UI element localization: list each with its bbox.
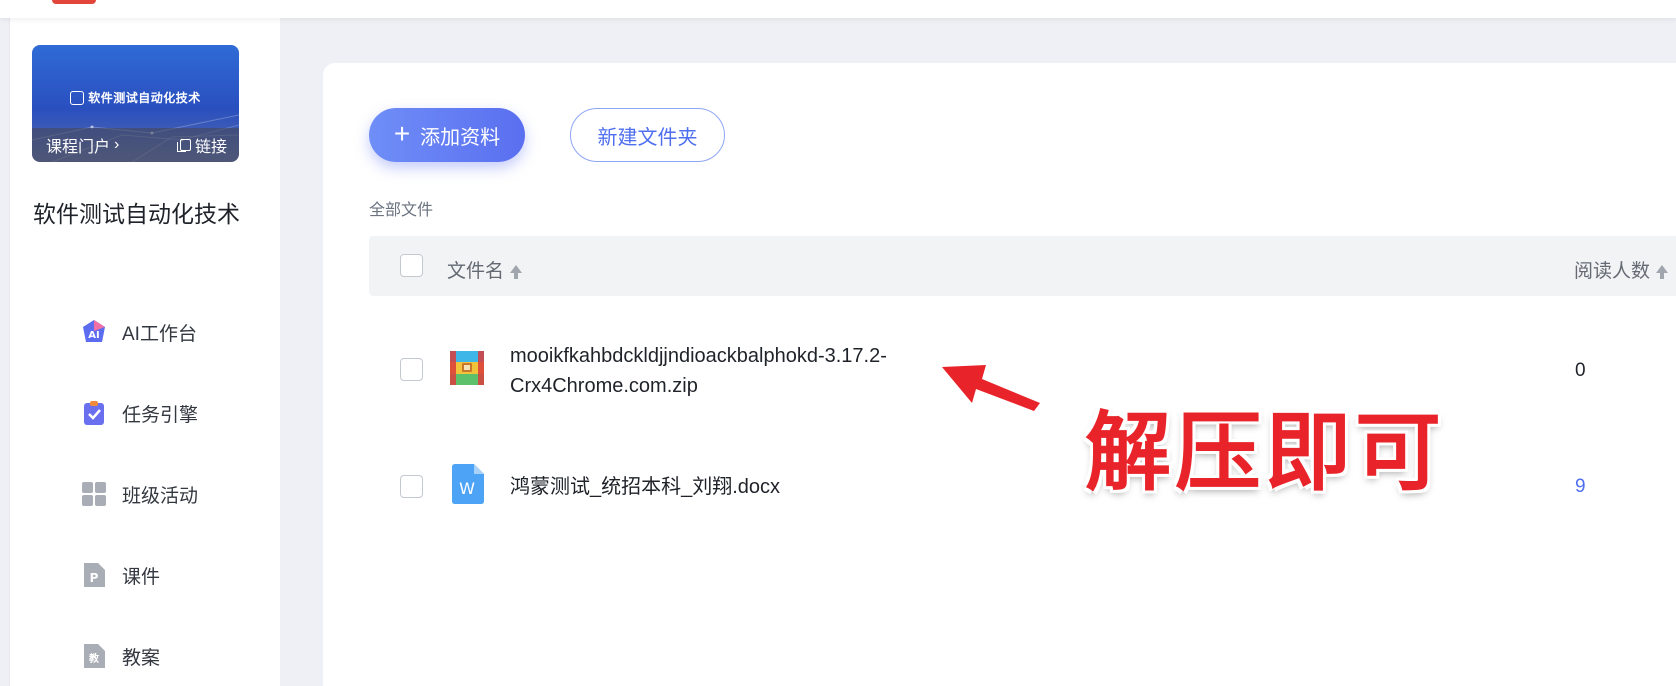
row-checkbox[interactable] [400,475,423,498]
add-material-button[interactable]: + 添加资料 [369,108,525,162]
course-name: 软件测试自动化技术 [33,201,240,227]
svg-text:AI: AI [88,330,99,341]
course-cover[interactable]: 软件测试自动化技术 课程门户 › 链接 [32,45,239,162]
sidebar-item-ai-workbench[interactable]: AI AI工作台 [80,318,197,346]
breadcrumb[interactable]: 全部文件 [369,196,433,220]
row-checkbox[interactable] [400,358,423,381]
sidebar-item-class-activity[interactable]: 班级活动 [80,480,198,508]
reader-count: 0 [1575,360,1586,381]
column-header-filename[interactable]: 文件名 [447,256,523,283]
svg-text:W: W [459,479,475,498]
annotation-text: 解压即可 [1085,403,1445,503]
lesson-plan-icon: 教 [80,642,108,670]
sidebar-item-task-engine[interactable]: 任务引擎 [80,399,198,427]
new-folder-button[interactable]: 新建文件夹 [570,108,725,162]
sidebar-item-lesson-plan[interactable]: 教 教案 [80,642,160,670]
file-name-line: mooikfkahbdckldjjndioackbalphokd-3.17.2- [510,345,887,367]
cover-title: 软件测试自动化技术 [32,89,239,106]
sidebar-item-label: 任务引擎 [122,404,199,426]
column-header-label: 阅读人数 [1574,261,1651,282]
course-portal-label: 课程门户 [46,139,111,156]
sort-ascending-icon [510,264,523,279]
ppt-file-icon: P [80,561,108,589]
chevron-right-icon: › [114,136,120,153]
course-portal-link[interactable]: 课程门户 › [46,133,119,157]
add-material-label: 添加资料 [420,126,501,149]
word-doc-icon: W [452,464,484,504]
zip-archive-icon [450,351,484,385]
sidebar-item-label: 班级活动 [122,485,199,507]
copy-link-label: 链接 [194,139,227,156]
file-name-link[interactable]: mooikfkahbdckldjjndioackbalphokd-3.17.2-… [510,341,887,401]
copy-icon [176,139,191,152]
sidebar-item-label: 课件 [122,566,161,588]
column-header-label: 文件名 [447,261,505,282]
select-all-checkbox[interactable] [400,254,423,277]
column-header-readers[interactable]: 阅读人数 [1574,256,1669,283]
chip-icon [70,91,85,105]
file-name-line: Crx4Chrome.com.zip [510,375,698,397]
sidebar-item-label: AI工作台 [122,323,197,345]
app-logo[interactable] [52,0,96,4]
ai-workbench-icon: AI [80,318,108,346]
grid-icon [80,480,108,508]
cover-action-bar: 课程门户 › 链接 [32,128,239,162]
sidebar-item-label: 教案 [122,647,161,669]
copy-link-button[interactable]: 链接 [176,133,227,157]
reader-count[interactable]: 9 [1575,476,1586,498]
top-bar [0,0,1676,18]
svg-text:P: P [90,571,99,585]
task-clipboard-icon [80,399,108,427]
red-arrow-annotation [942,365,1040,411]
svg-text:教: 教 [88,652,100,665]
sort-ascending-icon [1656,264,1669,279]
plus-icon: + [393,117,411,149]
table-header [369,236,1676,296]
sidebar-item-courseware[interactable]: P 课件 [80,561,160,589]
file-name-link[interactable]: 鸿蒙测试_统招本科_刘翔.docx [510,472,780,502]
